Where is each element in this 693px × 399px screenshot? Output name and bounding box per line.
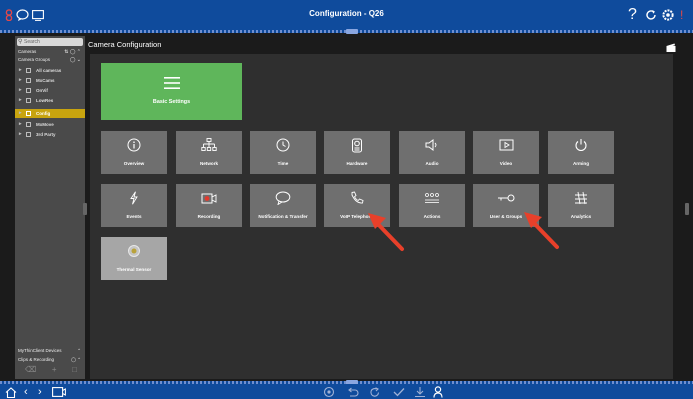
chevron-up-icon[interactable]: ⌃ xyxy=(77,347,81,355)
annotation-arrow-users xyxy=(524,212,559,249)
download-icon[interactable] xyxy=(414,386,426,398)
sidebar-group-3rd-party[interactable]: ▸ 3rd Party xyxy=(15,130,85,139)
forward-icon[interactable]: › xyxy=(38,386,42,398)
refresh-icon[interactable] xyxy=(645,5,657,25)
chevron-up-icon[interactable]: ◯ ⌃ xyxy=(71,356,81,364)
mythinclient-devices-header[interactable]: MyThinClient Devices ⌃ xyxy=(18,347,82,355)
window-title: Configuration - Q26 xyxy=(309,9,384,18)
camera-groups-label: Camera Groups xyxy=(18,57,51,62)
sidebar-group-mxmove[interactable]: ▸ MxMove xyxy=(15,120,85,129)
group-icon xyxy=(26,88,31,93)
settings-gear-icon[interactable] xyxy=(662,5,674,25)
checkmark-icon[interactable] xyxy=(393,386,405,398)
alert-icon[interactable]: ! xyxy=(680,5,683,25)
window-icon[interactable] xyxy=(52,386,66,398)
camera-groups-header[interactable]: Camera Groups ◯ ⌄ xyxy=(18,56,82,64)
redo-icon[interactable] xyxy=(369,386,381,398)
search-placeholder: Search xyxy=(24,39,40,45)
undo-icon[interactable] xyxy=(347,386,359,398)
group-icon xyxy=(26,98,31,103)
sidebar-group-onvif[interactable]: ▸ OnVif xyxy=(15,86,85,95)
sidebar-group-all-cameras[interactable]: ▸ All cameras xyxy=(15,66,85,75)
home-icon[interactable] xyxy=(5,386,17,398)
expand-caret-icon[interactable]: ▸ xyxy=(19,86,22,95)
back-icon[interactable]: ‹ xyxy=(24,386,28,398)
expand-caret-icon[interactable]: ▸ xyxy=(19,130,22,139)
title-bar: Configuration - Q26 ? ! xyxy=(0,0,693,30)
expand-caret-icon[interactable]: ▸ xyxy=(19,76,22,85)
trash-icon[interactable]: ⌫ xyxy=(25,365,36,375)
expand-caret-icon[interactable]: ▸ xyxy=(19,109,22,118)
group-icon xyxy=(26,68,31,73)
expand-caret-icon[interactable]: ▸ xyxy=(19,96,22,105)
help-icon[interactable]: ? xyxy=(628,5,637,25)
cameras-header[interactable]: Cameras ⇅ ◯ ⌃ xyxy=(18,48,82,56)
user-account-icon[interactable] xyxy=(433,386,443,398)
clapperboard-icon[interactable] xyxy=(666,39,676,52)
group-icon xyxy=(26,122,31,127)
add-icon[interactable]: + xyxy=(52,365,57,375)
lock-icon[interactable]: □ xyxy=(72,365,77,375)
camera-settings-icon[interactable] xyxy=(323,386,335,398)
sidebar-resize-handle[interactable] xyxy=(83,203,87,215)
sidebar-group-lowres[interactable]: ▸ LowRes xyxy=(15,96,85,105)
sidebar-group-config[interactable]: ▸ Config xyxy=(15,109,85,118)
configuration-panel: Basic Settings Overview Network Time Har… xyxy=(90,54,673,379)
group-options-icons[interactable]: ◯ ⌄ xyxy=(70,56,81,64)
annotation-arrow-voip xyxy=(368,213,404,251)
clips-recording-header[interactable]: Clips & Recording ◯ ⌃ xyxy=(18,356,82,364)
group-icon xyxy=(26,132,31,137)
expand-caret-icon[interactable]: ▸ xyxy=(19,120,22,129)
search-input[interactable]: ⚲ Search xyxy=(17,38,83,46)
sidebar: ⚲ Search Cameras ⇅ ◯ ⌃ Camera Groups ◯ ⌄… xyxy=(15,36,85,379)
sort-filter-icons[interactable]: ⇅ ◯ ⌃ xyxy=(64,48,81,56)
page-title: Camera Configuration xyxy=(88,40,162,49)
sidebar-group-mxcams[interactable]: ▸ MxCams xyxy=(15,76,85,85)
cameras-label: Cameras xyxy=(18,49,37,54)
search-icon: ⚲ xyxy=(18,39,23,45)
group-icon xyxy=(26,78,31,83)
sidebar-toolbar: ⌫ + □ xyxy=(25,365,77,375)
right-panel-handle[interactable] xyxy=(685,203,689,215)
top-splitter-handle[interactable] xyxy=(346,29,358,34)
annotation-arrows xyxy=(368,212,559,251)
bottom-toolbar: ‹ › xyxy=(0,384,693,399)
group-icon xyxy=(26,111,31,116)
expand-caret-icon[interactable]: ▸ xyxy=(19,66,22,75)
